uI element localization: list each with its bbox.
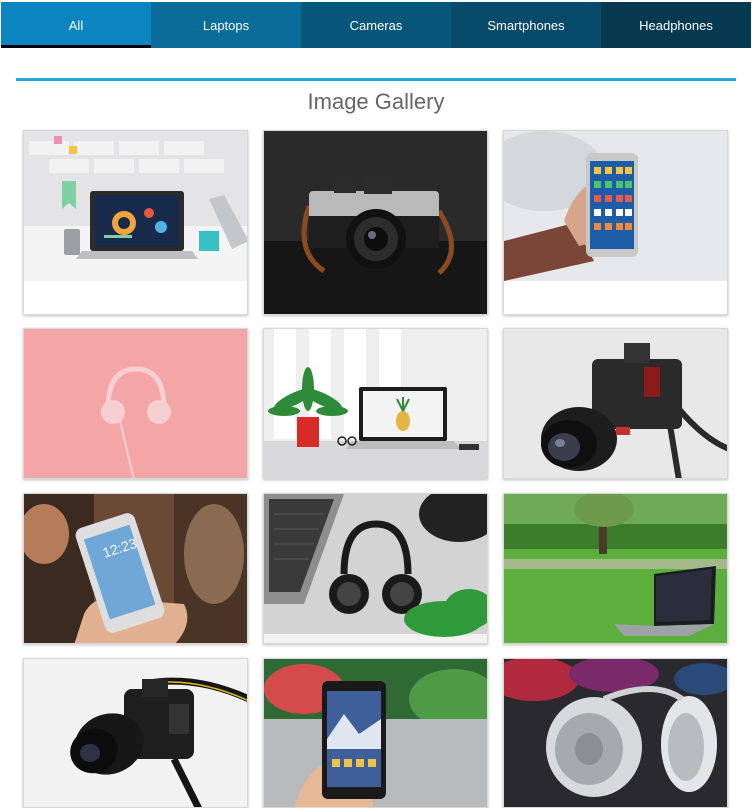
hand-holding-smartphone-image [504, 131, 727, 281]
tab-label: Laptops [202, 17, 250, 33]
laptop-on-grass-image [504, 494, 727, 643]
gallery-item-pink-headphones[interactable] [23, 328, 248, 479]
active-tab-indicator [1, 45, 151, 48]
tab-label: Headphones [639, 17, 713, 33]
gallery-item-hand-holding-smartphone[interactable] [503, 130, 728, 315]
laptop-on-desk-image [24, 131, 247, 281]
dslr-camera-image [24, 659, 247, 807]
tab-smartphones[interactable]: Smartphones [451, 2, 601, 48]
gallery-item-laptop-on-grass[interactable] [503, 493, 728, 644]
tab-cameras[interactable]: Cameras [301, 2, 451, 48]
gallery-item-dslr-camera[interactable] [23, 658, 248, 808]
gallery-item-mirrorless-camera[interactable] [503, 328, 728, 479]
mirrorless-camera-image [504, 329, 727, 478]
tab-label: All [68, 17, 84, 33]
gallery-item-silver-headphones[interactable] [503, 658, 728, 808]
gallery-divider [16, 78, 736, 81]
headphones-laptop-flatlay-image [264, 494, 487, 643]
gallery-item-laptop-with-plant[interactable] [263, 328, 488, 479]
tab-label: Cameras [349, 17, 403, 33]
gallery-item-laptop-on-desk[interactable] [23, 130, 248, 315]
gallery-item-hand-holding-iphone[interactable]: 12:23 [23, 493, 248, 644]
film-camera-image [264, 131, 487, 314]
tab-label: Smartphones [487, 17, 565, 33]
tab-all[interactable]: All [1, 2, 151, 48]
silver-headphones-image [504, 659, 727, 807]
page-title: Image Gallery [307, 89, 445, 114]
laptop-with-plant-image [264, 329, 487, 478]
gallery-item-headphones-laptop-flatlay[interactable] [263, 493, 488, 644]
pink-headphones-image [24, 329, 247, 478]
tab-laptops[interactable]: Laptops [151, 2, 301, 48]
tab-headphones[interactable]: Headphones [601, 2, 751, 48]
hand-holding-android-phone-image [264, 659, 487, 807]
category-tabs: All Laptops Cameras Smartphones Headphon… [1, 2, 751, 48]
gallery-item-hand-holding-android-phone[interactable] [263, 658, 488, 808]
gallery-item-film-camera[interactable] [263, 130, 488, 315]
hand-holding-iphone-image: 12:23 [24, 494, 247, 643]
